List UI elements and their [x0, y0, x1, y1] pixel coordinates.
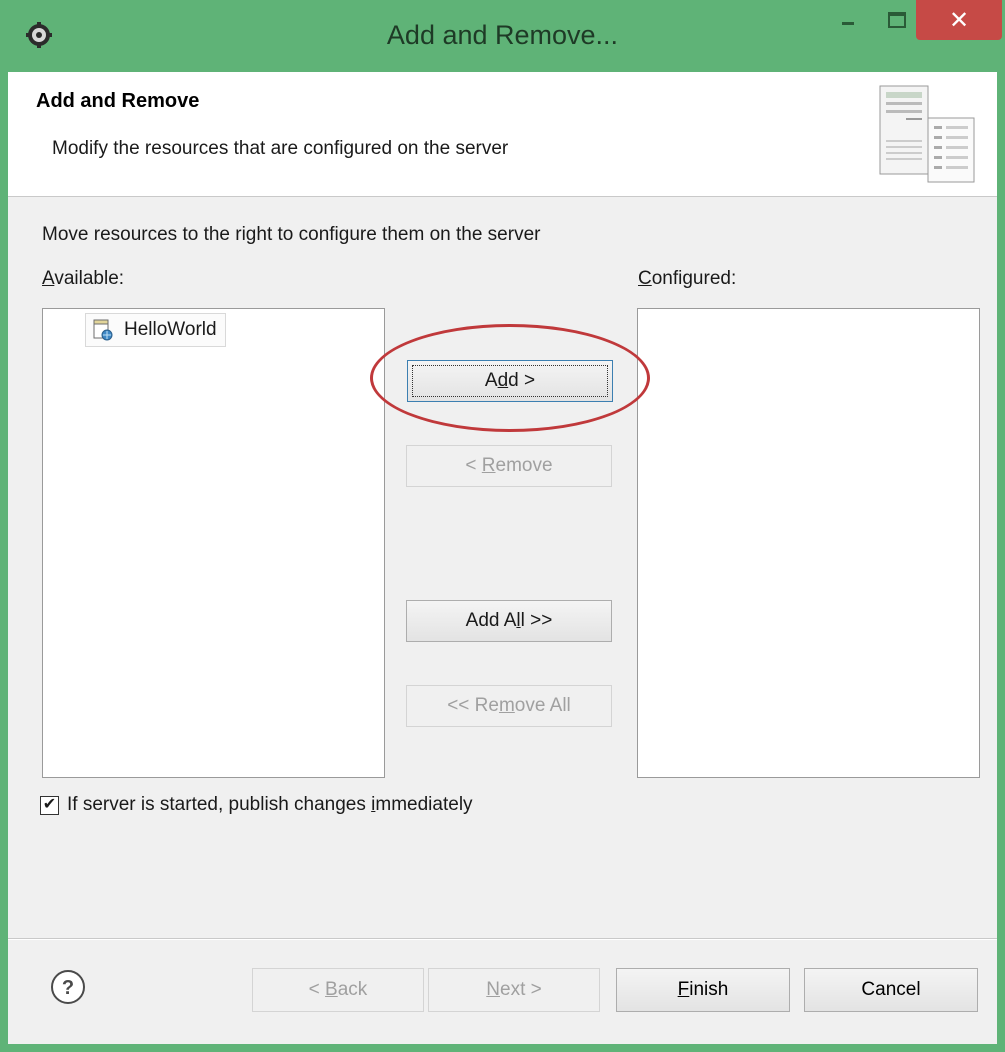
finish-button[interactable]: Finish — [616, 968, 790, 1012]
back-button[interactable]: < Back — [252, 968, 424, 1012]
back-button-label: < Back — [308, 979, 368, 1000]
configured-list[interactable] — [637, 308, 980, 778]
remove-button[interactable]: < Remove — [406, 445, 612, 487]
remove-button-label: < Remove — [465, 455, 553, 476]
close-icon: ✕ — [948, 7, 970, 34]
list-item[interactable]: HelloWorld — [85, 313, 226, 347]
available-list[interactable]: HelloWorld — [42, 308, 385, 778]
dialog-window: Add and Remove... ✕ Add and Remove Modif… — [0, 0, 1005, 1052]
instruction-text: Move resources to the right to configure… — [42, 224, 541, 245]
next-button-label: Next > — [486, 979, 542, 1000]
help-icon[interactable]: ? — [50, 969, 86, 1005]
maximize-button[interactable] — [876, 0, 916, 40]
banner-title: Add and Remove — [36, 90, 200, 112]
publish-checkbox-label: If server is started, publish changes im… — [67, 794, 473, 815]
add-all-button-label: Add All >> — [465, 610, 553, 631]
add-button-label: Add > — [484, 370, 536, 391]
configured-label: Configured: — [638, 268, 737, 289]
add-button[interactable]: Add > — [407, 360, 613, 402]
server-config-icon — [879, 85, 975, 183]
title-bar[interactable]: Add and Remove... ✕ — [0, 0, 1005, 72]
web-project-icon — [93, 319, 113, 341]
next-button[interactable]: Next > — [428, 968, 600, 1012]
publish-checkbox[interactable]: ✔ — [40, 795, 59, 815]
footer-separator — [8, 938, 997, 940]
remove-all-button-label: << Remove All — [447, 695, 571, 716]
remove-all-button[interactable]: << Remove All — [406, 685, 612, 727]
finish-button-label: Finish — [677, 979, 729, 1000]
publish-immediately-option[interactable]: ✔ If server is started, publish changes … — [40, 794, 473, 816]
header-banner: Add and Remove Modify the resources that… — [8, 72, 997, 197]
add-all-button[interactable]: Add All >> — [406, 600, 612, 642]
svg-text:?: ? — [62, 977, 74, 999]
cancel-button[interactable]: Cancel — [804, 968, 978, 1012]
banner-description: Modify the resources that are configured… — [52, 138, 509, 159]
cancel-button-label: Cancel — [861, 979, 921, 1000]
dialog-client-area: Add and Remove Modify the resources that… — [8, 72, 997, 1044]
available-label: Available: — [42, 268, 125, 289]
list-item-label: HelloWorld — [124, 319, 217, 340]
minimize-button[interactable] — [830, 0, 866, 40]
close-button[interactable]: ✕ — [916, 0, 1002, 40]
